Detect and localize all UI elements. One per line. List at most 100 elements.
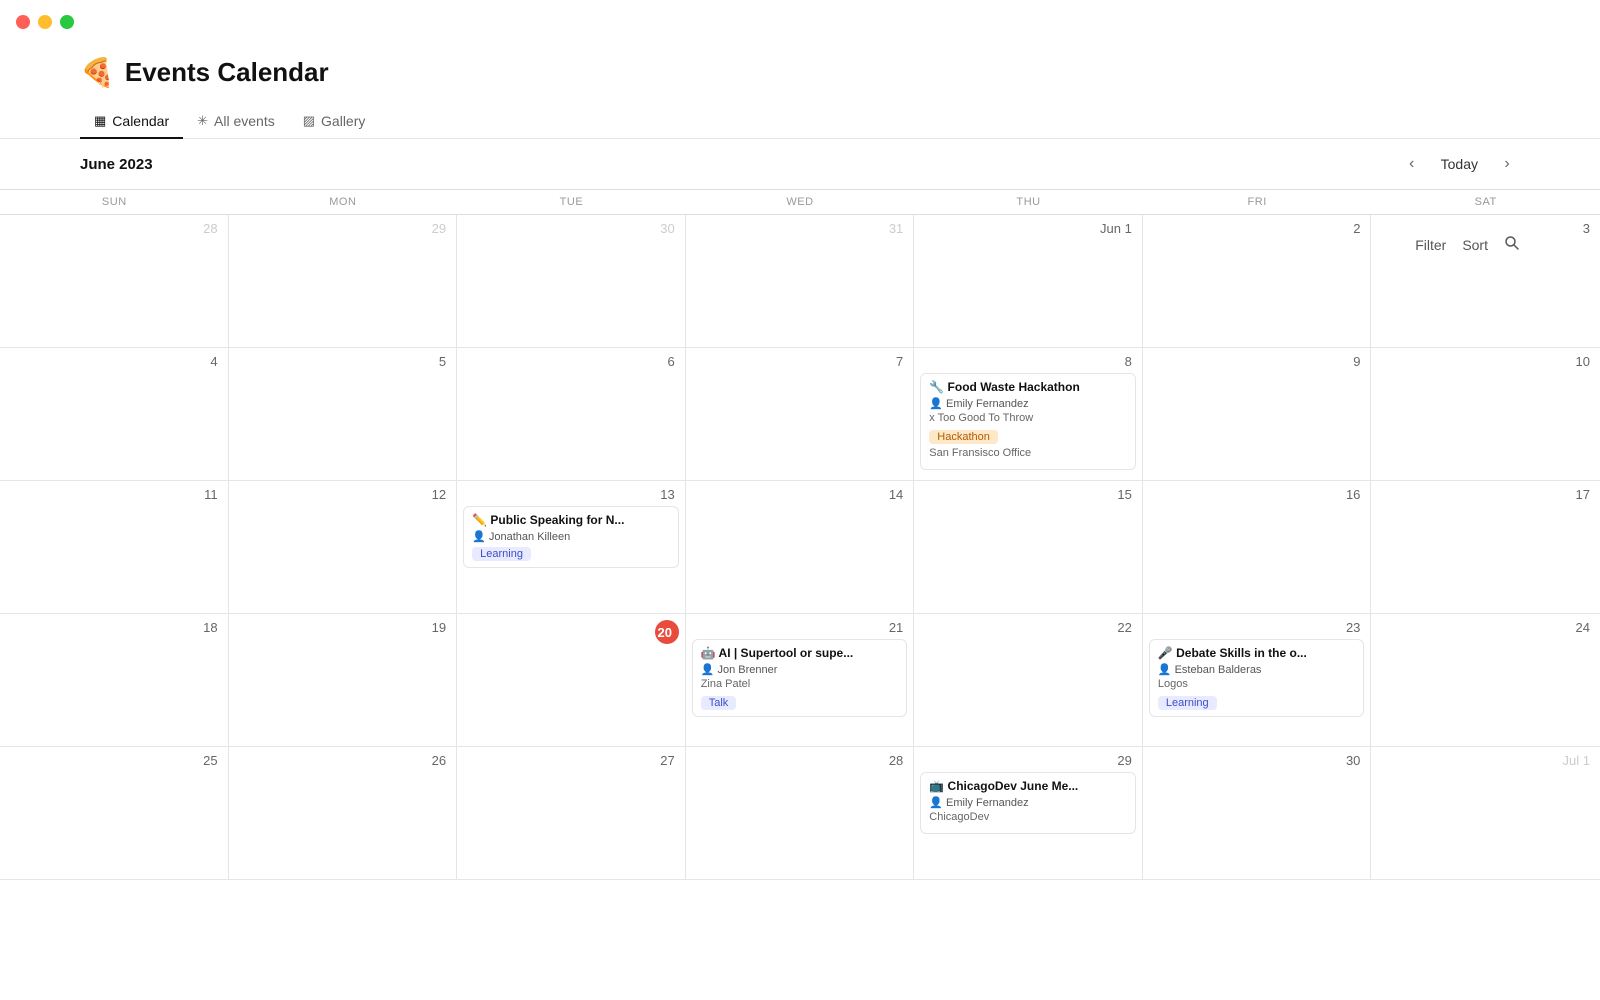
calendar-cell[interactable]: 3 — [1371, 215, 1600, 348]
day-number: 28 — [6, 221, 222, 236]
event-card[interactable]: 🔧 Food Waste Hackathon 👤 Emily Fernandez x… — [920, 373, 1136, 470]
window-controls — [16, 15, 74, 29]
calendar-grid: 28 29 30 31 Jun 1 23 45678 🔧 Food Waste Hackath… — [0, 215, 1600, 880]
calendar-header: June 2023 ‹ Today › — [0, 139, 1600, 189]
calendar-cell[interactable]: 4 — [0, 348, 229, 481]
calendar-cell[interactable]: 12 — [229, 481, 458, 614]
calendar-cell[interactable]: 28 — [686, 747, 915, 880]
page-header: 🍕 Events Calendar — [0, 44, 1600, 89]
day-number: 10 — [1377, 354, 1594, 369]
app-icon: 🍕 — [80, 56, 115, 89]
event-meta: x Too Good To Throw — [929, 412, 1127, 424]
calendar-cell[interactable]: 23🎤 Debate Skills in the o...👤 Esteban B… — [1143, 614, 1372, 747]
event-meta: Logos — [1158, 678, 1356, 690]
calendar-cell[interactable]: 31 — [686, 215, 915, 348]
calendar-cell[interactable]: 29📺 ChicagoDev June Me...👤 Emily Fernand… — [914, 747, 1143, 880]
tab-calendar-label: Calendar — [112, 113, 169, 129]
calendar-cell[interactable]: 10 — [1371, 348, 1600, 481]
calendar-cell[interactable]: Jun 1 — [914, 215, 1143, 348]
tab-gallery[interactable]: ▨ Gallery — [289, 105, 380, 139]
day-header-thu: Thu — [914, 190, 1143, 214]
calendar-cell[interactable]: 8 🔧 Food Waste Hackathon 👤 Emily Fernandez… — [914, 348, 1143, 481]
day-number: 29 — [235, 221, 451, 236]
day-number: Jul 1 — [1377, 753, 1594, 768]
calendar-cell[interactable]: 5 — [229, 348, 458, 481]
day-number: 9 — [1149, 354, 1365, 369]
prev-month-button[interactable]: ‹ — [1399, 151, 1425, 177]
calendar-cell[interactable]: 25 — [0, 747, 229, 880]
day-header-fri: Fri — [1143, 190, 1372, 214]
event-card[interactable]: 📺 ChicagoDev June Me...👤 Emily Fernandez… — [920, 772, 1136, 834]
tab-calendar[interactable]: ▦ Calendar — [80, 105, 183, 139]
maximize-button[interactable] — [60, 15, 74, 29]
event-title: 📺 ChicagoDev June Me... — [929, 779, 1127, 793]
calendar-cell[interactable]: 6 — [457, 348, 686, 481]
today-button[interactable]: Today — [1429, 152, 1490, 176]
calendar-cell[interactable]: 24 — [1371, 614, 1600, 747]
day-number: 8 — [920, 354, 1136, 369]
day-number: 11 — [6, 487, 222, 502]
event-title: 🤖 AI | Supertool or supe... — [701, 646, 899, 660]
calendar-cell[interactable]: 22 — [914, 614, 1143, 747]
event-tag: Hackathon — [929, 430, 998, 444]
calendar-cell[interactable]: 15 — [914, 481, 1143, 614]
calendar-cell[interactable]: 7 — [686, 348, 915, 481]
day-number: 22 — [920, 620, 1136, 635]
day-number: 31 — [692, 221, 908, 236]
minimize-button[interactable] — [38, 15, 52, 29]
event-title: 🔧 Food Waste Hackathon — [929, 380, 1127, 394]
tab-all-events[interactable]: ✳ All events — [183, 105, 289, 139]
event-card[interactable]: 🤖 AI | Supertool or supe...👤 Jon Brenner… — [692, 639, 908, 717]
calendar-cell[interactable]: 30 — [457, 215, 686, 348]
titlebar — [0, 0, 1600, 44]
page-title: Events Calendar — [125, 57, 329, 88]
close-button[interactable] — [16, 15, 30, 29]
event-meta: Zina Patel — [701, 678, 899, 690]
calendar-cell[interactable]: 16 — [1143, 481, 1372, 614]
day-number: 16 — [1149, 487, 1365, 502]
calendar-cell[interactable]: 13✏️ Public Speaking for N...👤 Jonathan … — [457, 481, 686, 614]
calendar-cell[interactable]: 21 🤖 AI | Supertool or supe...👤 Jon Brenn… — [686, 614, 915, 747]
calendar-cell[interactable]: 27 — [457, 747, 686, 880]
day-header-tue: Tue — [457, 190, 686, 214]
event-person: 👤 Jonathan Killeen — [472, 530, 670, 543]
calendar-cell[interactable]: 26 — [229, 747, 458, 880]
calendar-cell[interactable]: 2 — [1143, 215, 1372, 348]
calendar-cell[interactable]: 17 — [1371, 481, 1600, 614]
event-meta: ChicagoDev — [929, 811, 1127, 823]
calendar-cell[interactable]: 14 — [686, 481, 915, 614]
day-number: 21 — [692, 620, 908, 635]
calendar-cell[interactable]: 28 — [0, 215, 229, 348]
day-number: 28 — [692, 753, 908, 768]
day-number: 14 — [692, 487, 908, 502]
calendar-cell[interactable]: 29 — [229, 215, 458, 348]
month-title: June 2023 — [80, 156, 153, 173]
nav-tabs: ▦ Calendar ✳ All events ▨ Gallery Filter… — [0, 105, 1600, 139]
calendar-cell[interactable]: 18 — [0, 614, 229, 747]
calendar-cell[interactable]: 20 — [457, 614, 686, 747]
event-title: 🎤 Debate Skills in the o... — [1158, 646, 1356, 660]
next-month-button[interactable]: › — [1494, 151, 1520, 177]
day-number: 30 — [1149, 753, 1365, 768]
day-number: 25 — [6, 753, 222, 768]
day-number: 3 — [1377, 221, 1594, 236]
day-number: 24 — [1377, 620, 1594, 635]
event-card[interactable]: 🎤 Debate Skills in the o...👤 Esteban Bal… — [1149, 639, 1365, 717]
all-events-icon: ✳ — [197, 113, 208, 129]
calendar-cell[interactable]: 9 — [1143, 348, 1372, 481]
calendar-cell[interactable]: Jul 1 — [1371, 747, 1600, 880]
day-number: 30 — [463, 221, 679, 236]
calendar-cell[interactable]: 11 — [0, 481, 229, 614]
event-person: 👤 Emily Fernandez — [929, 397, 1127, 410]
day-number: 12 — [235, 487, 451, 502]
day-number: 26 — [235, 753, 451, 768]
event-title: ✏️ Public Speaking for N... — [472, 513, 670, 527]
tab-gallery-label: Gallery — [321, 113, 365, 129]
day-number: 2 — [1149, 221, 1365, 236]
event-location: San Fransisco Office — [929, 447, 1127, 459]
event-card[interactable]: ✏️ Public Speaking for N... 👤 Jonathan Ki… — [463, 506, 679, 568]
calendar-cell[interactable]: 30 — [1143, 747, 1372, 880]
day-header-sun: Sun — [0, 190, 229, 214]
tab-all-events-label: All events — [214, 113, 275, 129]
calendar-cell[interactable]: 19 — [229, 614, 458, 747]
